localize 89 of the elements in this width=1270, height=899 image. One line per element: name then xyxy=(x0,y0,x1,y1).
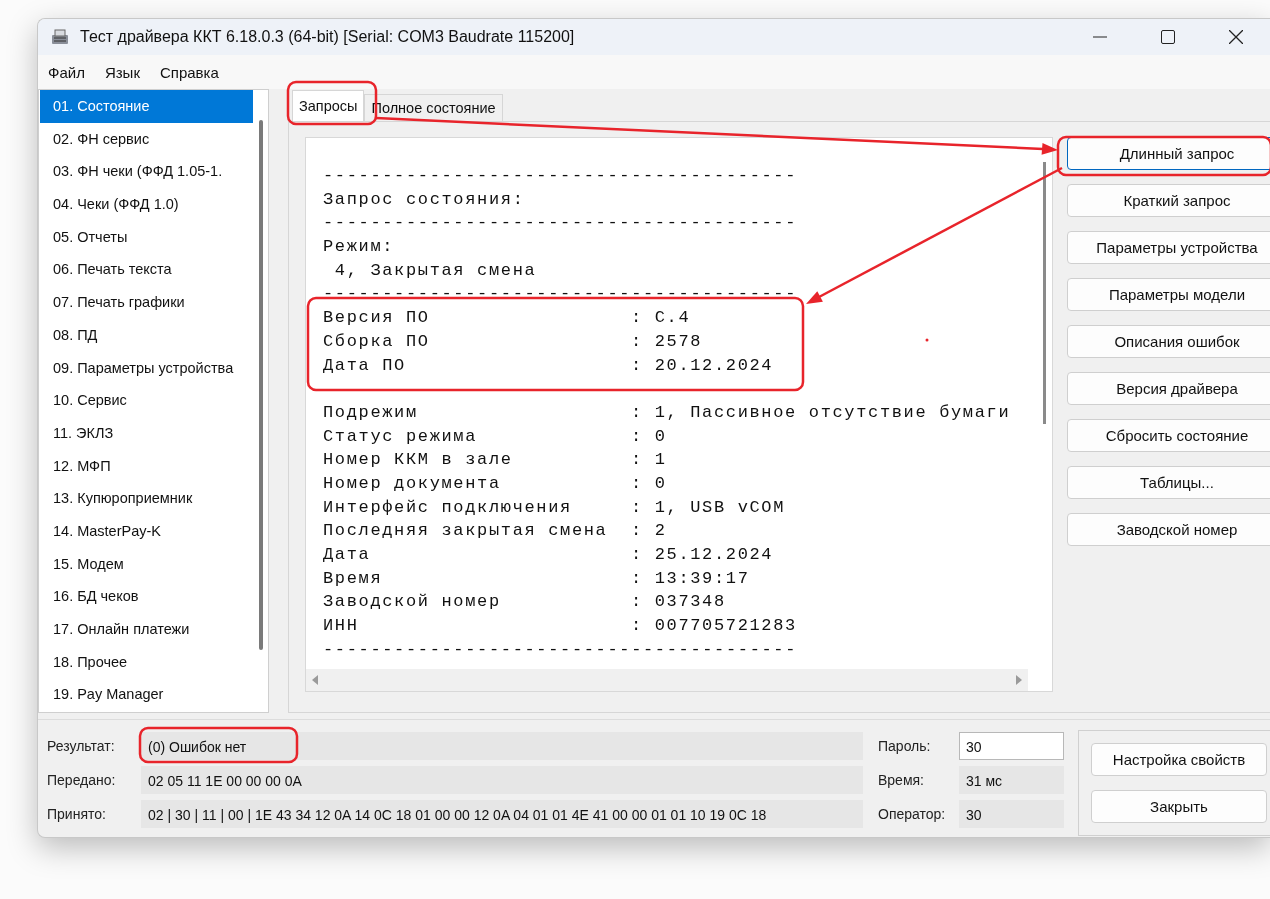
field-label: ИНН xyxy=(323,615,360,638)
action-button[interactable]: Закрыть xyxy=(1091,790,1267,823)
field-label: Дата ПО xyxy=(323,354,407,377)
field-value: : C.4 xyxy=(631,307,691,330)
action-button[interactable]: Заводской номер xyxy=(1067,513,1270,546)
action-button[interactable]: Настройка свойств xyxy=(1091,743,1267,776)
field-value: : 037348 xyxy=(631,591,726,614)
status-field[interactable]: (0) Ошибок нет xyxy=(141,732,863,760)
field-label: Результат: xyxy=(47,737,116,756)
output-line: ---------------------------------------- xyxy=(323,165,799,187)
list-item[interactable]: 19. Pay Manager xyxy=(40,678,253,712)
action-button[interactable]: Версия драйвера xyxy=(1067,372,1270,405)
list-item[interactable]: 14. MasterPay-K xyxy=(40,514,253,548)
field-label: Передано: xyxy=(47,771,117,790)
field-label: Версия ПО xyxy=(323,307,431,330)
list-item[interactable]: 04. Чеки (ФФД 1.0) xyxy=(40,188,253,221)
menu-item[interactable]: Файл xyxy=(48,63,85,81)
list-item[interactable]: 18. Прочее xyxy=(40,645,253,679)
right-arrow-icon[interactable] xyxy=(1016,675,1022,685)
list-item[interactable]: 02. ФН сервис xyxy=(40,122,253,156)
list-item[interactable]: 15. Модем xyxy=(40,547,253,581)
list-item[interactable]: 17. Онлайн платежи xyxy=(40,613,253,646)
status-field[interactable]: 02 | 30 | 11 | 00 | 1E 43 34 12 0A 14 0C 18 01 00 00 12 0A 04 01 01 4E 41 00 00 01 01 10 19 0C 18 xyxy=(141,800,863,828)
list-item[interactable]: 09. Параметры устройства xyxy=(40,351,253,385)
list-item[interactable]: 13. Купюроприемник xyxy=(40,482,253,515)
field-value: : 0 xyxy=(631,472,667,495)
action-button[interactable]: Параметры модели xyxy=(1067,278,1270,311)
menu-item[interactable]: Справка xyxy=(159,63,219,81)
field-value: : 2578 xyxy=(631,330,703,353)
list-item[interactable]: 16. БД чеков xyxy=(40,580,253,613)
field-label: Статус режима xyxy=(323,425,479,448)
field-label: Время xyxy=(323,567,384,590)
app-icon xyxy=(50,28,70,46)
status-field[interactable]: 30 xyxy=(959,800,1064,828)
field-value: : 20.12.2024 xyxy=(631,354,774,377)
maximize-icon[interactable] xyxy=(1161,30,1175,44)
field-value: : 007705721283 xyxy=(631,615,797,638)
horizontal-scrollbar[interactable] xyxy=(306,669,1028,691)
list-item[interactable]: 05. Отчеты xyxy=(40,220,253,254)
output-line: ---------------------------------------- xyxy=(323,638,799,661)
output-line: Запрос состояния: xyxy=(323,188,526,211)
field-value: : 1, Пассивное отсутствие бумаги xyxy=(631,401,1011,424)
list-item[interactable]: 03. ФН чеки (ФФД 1.05-1. xyxy=(40,155,253,189)
action-button[interactable]: Краткий запрос xyxy=(1067,184,1270,217)
field-value: : 1, USB vCOM xyxy=(631,496,786,519)
annotation-mark xyxy=(925,338,929,342)
menu-item[interactable]: Язык xyxy=(104,63,140,81)
action-button[interactable]: Сбросить состояние xyxy=(1067,419,1270,452)
action-button[interactable]: Описания ошибок xyxy=(1067,325,1270,358)
action-button[interactable]: Длинный запрос xyxy=(1067,137,1270,170)
list-item[interactable]: 11. ЭКЛЗ xyxy=(40,416,253,450)
left-arrow-icon[interactable] xyxy=(312,675,318,685)
action-button[interactable]: Таблицы... xyxy=(1067,466,1270,499)
field-label: Сборка ПО xyxy=(323,330,431,353)
scrollbar[interactable] xyxy=(1043,162,1046,424)
field-label: Номер ККМ в зале xyxy=(323,449,514,472)
scrollbar[interactable] xyxy=(259,120,263,650)
list-item[interactable]: 12. МФП xyxy=(40,449,253,483)
output-line: 4, Закрытая смена xyxy=(333,259,538,282)
field-value: : 13:39:17 xyxy=(631,567,750,590)
tab[interactable]: Запросы xyxy=(292,90,365,121)
field-value: : 2 xyxy=(631,520,667,543)
field-label: Дата xyxy=(323,544,372,566)
field-label: Принято: xyxy=(47,805,107,824)
list-item[interactable]: 01. Состояние xyxy=(40,90,253,123)
close-icon[interactable] xyxy=(1229,30,1243,44)
output-line: ---------------------------------------- xyxy=(323,283,799,306)
status-field[interactable]: 02 05 11 1E 00 00 00 0A xyxy=(141,766,863,794)
status-field[interactable]: 30 xyxy=(959,732,1064,760)
list-item[interactable]: 06. Печать текста xyxy=(40,253,253,287)
status-field[interactable]: 31 мс xyxy=(959,766,1064,794)
field-label: Интерфейс подключения xyxy=(323,496,573,519)
field-value: : 1 xyxy=(631,449,667,472)
field-label: Оператор: xyxy=(878,805,947,824)
field-label: Время: xyxy=(878,771,925,790)
window-title: Тест драйвера ККТ 6.18.0.3 (64-bit) [Serial: COM3 Baudrate 115200] xyxy=(80,28,576,46)
list-item[interactable]: 10. Сервис xyxy=(40,384,253,417)
field-label: Заводской номер xyxy=(323,591,502,614)
field-label: Последняя закрытая смена xyxy=(323,520,609,543)
field-label: Пароль: xyxy=(878,737,932,756)
field-value: : 0 xyxy=(631,425,667,448)
action-button[interactable]: Параметры устройства xyxy=(1067,231,1270,264)
list-item[interactable]: 07. Печать графики xyxy=(40,286,253,319)
list-item[interactable]: 08. ПД xyxy=(40,318,253,352)
field-value: : 25.12.2024 xyxy=(631,544,774,566)
field-label: Номер документа xyxy=(323,472,502,495)
field-label: Подрежим xyxy=(323,401,419,424)
output-line: ---------------------------------------- xyxy=(323,212,799,235)
output-line: Режим: xyxy=(323,236,396,259)
